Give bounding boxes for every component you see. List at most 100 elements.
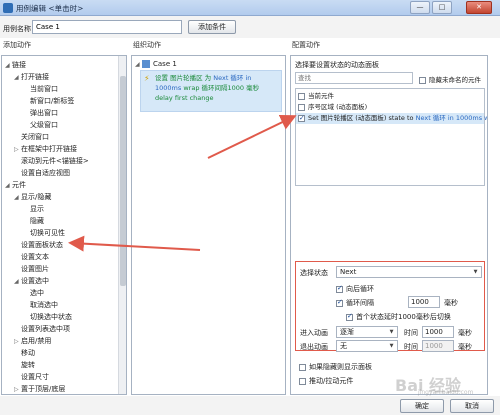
list-item-checkbox[interactable] bbox=[298, 103, 305, 111]
enter-anim-label: 进入动画 bbox=[300, 329, 328, 337]
tree-item-label: 关闭窗口 bbox=[21, 133, 49, 141]
first-switch-option[interactable]: 首个状态延时1000毫秒后切换 bbox=[346, 312, 451, 322]
tree-item[interactable]: ▷ 置于顶层/底层 bbox=[14, 383, 66, 394]
tree-item[interactable]: 新窗口/新标签 bbox=[23, 95, 74, 107]
tree-item[interactable]: 当前窗口 bbox=[23, 83, 58, 95]
interval-checkbox[interactable] bbox=[336, 298, 343, 307]
first-switch-checkbox[interactable] bbox=[346, 312, 353, 321]
tree-item[interactable]: 设置图片 bbox=[14, 263, 49, 275]
dialog-footer: 确定 取消 bbox=[0, 396, 500, 415]
tree-item[interactable]: ◢ 元件 bbox=[5, 179, 26, 191]
loop-label: 向后循环 bbox=[346, 285, 374, 293]
case-name-input[interactable] bbox=[32, 20, 182, 34]
tree-item[interactable]: 移动 bbox=[14, 347, 35, 359]
action-tree-scrollbar[interactable] bbox=[118, 56, 126, 394]
tree-item[interactable]: 切换可见性 bbox=[23, 227, 65, 239]
tree-item-label: 旋转 bbox=[21, 361, 35, 369]
tree-item-label: 移动 bbox=[21, 349, 35, 357]
tree-item[interactable]: 显示 bbox=[23, 203, 44, 215]
tree-item[interactable]: 关闭窗口 bbox=[14, 131, 49, 143]
tree-item[interactable]: 切换选中状态 bbox=[23, 311, 72, 323]
expand-arrow-icon[interactable]: ◢ bbox=[135, 59, 142, 70]
case-name-label: 用例名称 bbox=[3, 25, 31, 33]
exit-anim-select[interactable]: 无 ▼ bbox=[336, 340, 398, 352]
ok-button[interactable]: 确定 bbox=[400, 399, 444, 413]
exit-anim-label: 退出动画 bbox=[300, 343, 328, 351]
interval-option[interactable]: 循环间隔 bbox=[336, 298, 374, 308]
hide-unnamed-option[interactable]: 隐藏未命名的元件 bbox=[419, 74, 481, 84]
tree-item[interactable]: 设置尺寸 bbox=[14, 371, 49, 383]
tree-item[interactable]: 设置自适应视图 bbox=[14, 167, 70, 179]
tree-item-label: 启用/禁用 bbox=[21, 337, 52, 345]
configure-action-panel: 选择要设置状态的动态面板 隐藏未命名的元件 当前元件 序号区域 (动态面板) S… bbox=[290, 55, 488, 395]
hide-unnamed-label: 隐藏未命名的元件 bbox=[429, 76, 481, 84]
tree-item[interactable]: ◢ 显示/隐藏 bbox=[14, 191, 51, 203]
tree-item-label: 置于顶层/底层 bbox=[21, 385, 66, 393]
exit-time-unit: 毫秒 bbox=[458, 343, 472, 351]
tree-item[interactable]: 选中 bbox=[23, 287, 44, 299]
loop-checkbox[interactable] bbox=[336, 284, 343, 293]
close-button[interactable]: ✕ bbox=[466, 1, 492, 14]
tree-item[interactable]: 弹出窗口 bbox=[23, 107, 58, 119]
list-item-index-area[interactable]: 序号区域 (动态面板) bbox=[298, 102, 367, 113]
search-input[interactable] bbox=[295, 72, 413, 84]
loop-option[interactable]: 向后循环 bbox=[336, 284, 374, 294]
push-pull-checkbox[interactable] bbox=[299, 377, 306, 385]
tree-item[interactable]: 滚动到元件<锚链接> bbox=[14, 155, 89, 167]
add-action-header: 添加动作 bbox=[3, 41, 31, 49]
expand-arrow-icon[interactable]: ▷ bbox=[14, 384, 21, 394]
list-item-checkbox[interactable] bbox=[298, 92, 305, 100]
expand-arrow-icon[interactable]: ◢ bbox=[14, 192, 21, 204]
window-title: 用例编辑 <单击时> bbox=[16, 4, 84, 13]
tree-item[interactable]: ▷ 在框架中打开链接 bbox=[14, 143, 77, 155]
list-item-current-widget[interactable]: 当前元件 bbox=[298, 91, 334, 102]
exit-time-input: 1000 bbox=[422, 340, 454, 352]
tree-item-label: 设置文本 bbox=[21, 253, 49, 261]
chevron-down-icon: ▼ bbox=[389, 329, 394, 335]
list-item-checkbox[interactable] bbox=[298, 113, 305, 124]
tree-item[interactable]: 设置列表选中项 bbox=[14, 323, 70, 335]
cancel-button[interactable]: 取消 bbox=[450, 399, 494, 413]
list-item-carousel[interactable]: Set 图片轮播区 (动态面板) state to Next 循环 in 100… bbox=[296, 113, 487, 124]
tree-item[interactable]: 设置面板状态 bbox=[14, 239, 63, 251]
exit-time-label: 时间 bbox=[404, 343, 418, 351]
minimize-button[interactable]: — bbox=[410, 1, 430, 14]
tree-item-label: 元件 bbox=[12, 181, 26, 189]
tree-item-label: 取消选中 bbox=[30, 301, 58, 309]
show-if-hidden-checkbox[interactable] bbox=[299, 363, 306, 371]
scrollbar-thumb[interactable] bbox=[120, 76, 126, 286]
tree-item-label: 设置选中 bbox=[21, 277, 49, 285]
tree-item[interactable]: 取消选中 bbox=[23, 299, 58, 311]
expand-arrow-icon[interactable]: ◢ bbox=[5, 180, 12, 192]
tree-item[interactable]: 旋转 bbox=[14, 359, 35, 371]
tree-item[interactable]: ▷ 启用/禁用 bbox=[14, 335, 51, 347]
tree-item[interactable]: 父级窗口 bbox=[23, 119, 58, 131]
enter-time-input[interactable]: 1000 bbox=[422, 326, 454, 338]
push-pull-label: 推动/拉动元件 bbox=[309, 377, 354, 385]
case-node[interactable]: ◢ Case 1 bbox=[135, 59, 177, 70]
show-if-hidden-option[interactable]: 如果隐藏则显示面板 bbox=[299, 362, 372, 372]
tree-item-label: 设置图片 bbox=[21, 265, 49, 273]
enter-anim-select[interactable]: 逐渐 ▼ bbox=[336, 326, 398, 338]
hide-unnamed-checkbox[interactable] bbox=[419, 76, 426, 84]
interval-input[interactable]: 1000 bbox=[408, 296, 440, 308]
tree-item-label: 当前窗口 bbox=[30, 85, 58, 93]
push-pull-option[interactable]: 推动/拉动元件 bbox=[299, 376, 353, 386]
expand-arrow-icon[interactable]: ◢ bbox=[14, 276, 21, 288]
tree-item-label: 显示 bbox=[30, 205, 44, 213]
panel-list: 当前元件 序号区域 (动态面板) Set 图片轮播区 (动态面板) state … bbox=[295, 88, 487, 186]
tree-item[interactable]: 设置文本 bbox=[14, 251, 49, 263]
expand-arrow-icon[interactable]: ◢ bbox=[14, 72, 21, 84]
tree-item[interactable]: ◢ 链接 bbox=[5, 59, 26, 71]
state-select[interactable]: Next ▼ bbox=[336, 266, 482, 278]
expand-arrow-icon[interactable]: ◢ bbox=[5, 60, 12, 72]
tree-item[interactable]: 隐藏 bbox=[23, 215, 44, 227]
action-item[interactable]: ⚡ 设置 图片轮播区 为 Next 循环 in 1000ms wrap 循环间隔… bbox=[140, 70, 282, 112]
maximize-button[interactable]: □ bbox=[432, 1, 452, 14]
tree-item[interactable]: ◢ 设置选中 bbox=[14, 275, 49, 287]
interval-unit: 毫秒 bbox=[444, 299, 458, 307]
tree-item-label: 显示/隐藏 bbox=[21, 193, 52, 201]
chevron-down-icon: ▼ bbox=[473, 269, 478, 275]
add-condition-button[interactable]: 添加条件 bbox=[188, 20, 236, 34]
tree-item[interactable]: ◢ 打开链接 bbox=[14, 71, 49, 83]
